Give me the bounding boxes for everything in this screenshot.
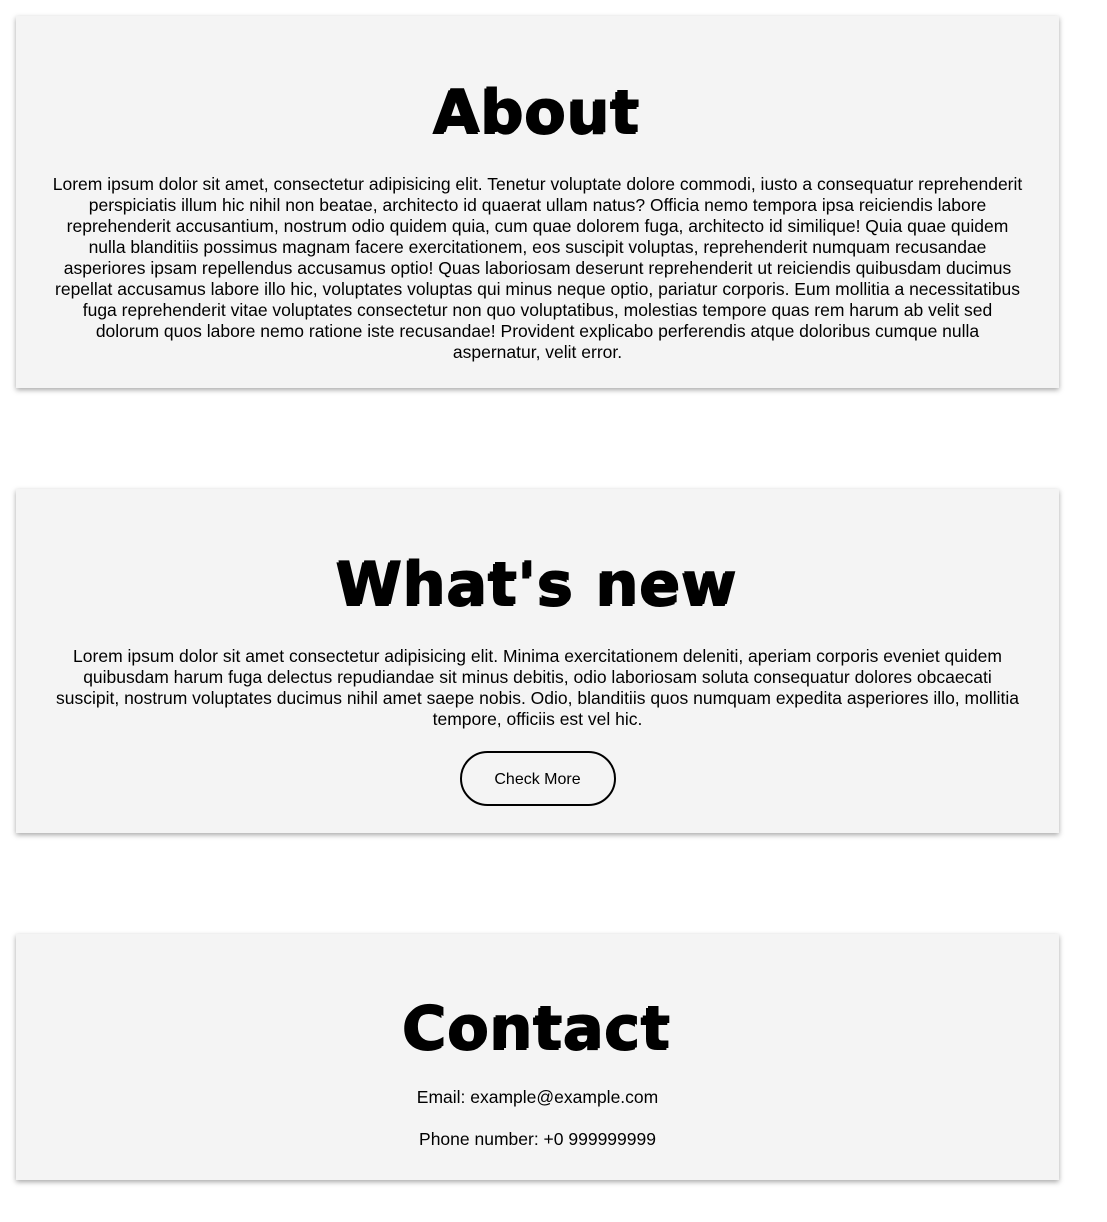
contact-email: Email: example@example.com [416, 1087, 659, 1107]
contact-heading: Contact [403, 993, 672, 1063]
whats-new-section: What's new Lorem ipsum dolor sit amet co… [16, 489, 1059, 833]
contact-phone: Phone number: +0 999999999 [419, 1129, 656, 1149]
about-heading: About [433, 77, 641, 147]
whats-new-heading: What's new [336, 549, 739, 619]
about-section: About Lorem ipsum dolor sit amet, consec… [16, 16, 1059, 388]
whats-new-text: Lorem ipsum dolor sit amet consectetur a… [56, 646, 1019, 729]
check-more-button[interactable]: Check More [459, 751, 616, 806]
about-text: Lorem ipsum dolor sit amet, consectetur … [52, 174, 1023, 362]
contact-section: Contact Email: example@example.com Phone… [16, 934, 1059, 1180]
